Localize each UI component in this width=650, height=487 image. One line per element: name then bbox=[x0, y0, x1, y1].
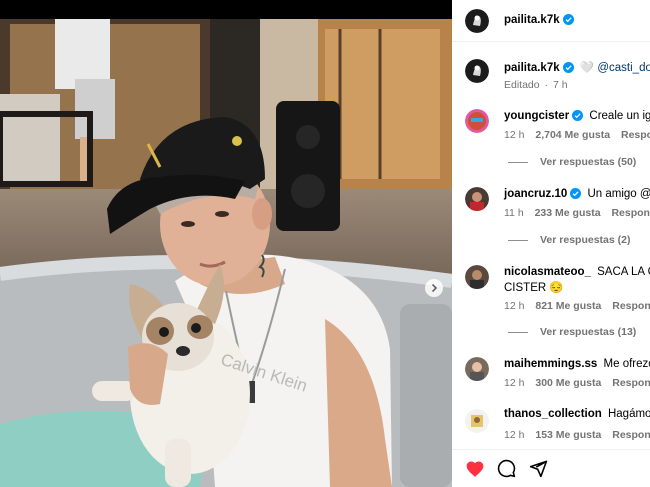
commenter-avatar-image bbox=[465, 187, 489, 211]
caption-meta: Editado · 7 h bbox=[504, 79, 568, 91]
verified-badge-icon bbox=[572, 110, 584, 121]
comment-text: Creale un ig bbox=[589, 110, 650, 122]
view-replies-button[interactable]: Ver respuestas (2) bbox=[508, 234, 630, 246]
comment-text: Hagámosl bbox=[607, 408, 650, 420]
commenter-avatar-image bbox=[465, 265, 489, 289]
comment-text: Me ofrezco bbox=[603, 358, 650, 370]
comment-likes[interactable]: 2,704 Me gusta bbox=[535, 129, 610, 141]
share-icon[interactable] bbox=[529, 459, 548, 478]
comment-time: 12 h bbox=[504, 129, 525, 141]
comment-username[interactable]: youngcister bbox=[504, 110, 569, 122]
caption-avatar-image bbox=[465, 59, 489, 83]
comment-time: 12 h bbox=[504, 429, 525, 441]
post-image: Calvin Klein bbox=[0, 19, 452, 487]
heart-icon[interactable] bbox=[465, 459, 485, 478]
post-action-bar bbox=[452, 449, 650, 487]
comment-text-line2: CISTER 😔 bbox=[504, 282, 564, 294]
commenter-avatar[interactable] bbox=[465, 187, 489, 211]
view-replies-label: Ver respuestas (50) bbox=[540, 156, 637, 168]
author-username[interactable]: pailita.k7k bbox=[504, 14, 560, 26]
replies-divider bbox=[508, 161, 528, 163]
commenter-avatar-image bbox=[465, 357, 489, 381]
replies-divider bbox=[508, 331, 528, 333]
view-replies-button[interactable]: Ver respuestas (50) bbox=[508, 156, 636, 168]
next-photo-button[interactable] bbox=[425, 279, 443, 297]
comment-item: joancruz.10 Un amigo @ro 11 h 233 Me gus… bbox=[452, 185, 650, 249]
post-header: pailita.k7k bbox=[452, 0, 650, 42]
caption-time: 7 h bbox=[552, 79, 568, 91]
comment-username[interactable]: thanos_collection bbox=[504, 408, 602, 420]
comment-username[interactable]: nicolasmateoo_ bbox=[504, 266, 591, 278]
commenter-avatar[interactable] bbox=[465, 357, 489, 381]
commenter-avatar-image bbox=[465, 409, 489, 433]
verified-badge-icon bbox=[562, 62, 574, 73]
comment-icon[interactable] bbox=[497, 459, 516, 478]
caption-heart-emoji: 🤍 bbox=[579, 62, 595, 74]
view-replies-label: Ver respuestas (13) bbox=[540, 326, 637, 338]
comment-time: 12 h bbox=[504, 300, 525, 312]
author-avatar[interactable] bbox=[465, 9, 489, 33]
caption-line: pailita.k7k 🤍 @casti_dog bbox=[504, 60, 650, 74]
comment-time: 11 h bbox=[504, 207, 524, 219]
comment-likes[interactable]: 300 Me gusta bbox=[535, 377, 601, 389]
post-photo[interactable]: Calvin Klein bbox=[0, 0, 452, 487]
reply-button[interactable]: Responder bbox=[612, 300, 650, 312]
reply-button[interactable]: Responder bbox=[612, 429, 650, 441]
comment-text: SACA LA CA bbox=[597, 266, 650, 278]
reply-button[interactable]: Responder bbox=[612, 377, 650, 389]
photo-top-bar bbox=[0, 0, 452, 19]
comment-time: 12 h bbox=[504, 377, 525, 389]
comment-item: nicolasmateoo_ SACA LA CA CISTER 😔 12 h … bbox=[452, 263, 650, 341]
comment-item: maihemmings.ss Me ofrezco 12 h 300 Me gu… bbox=[452, 355, 650, 395]
comment-likes[interactable]: 153 Me gusta bbox=[535, 429, 601, 441]
caption-author-username[interactable]: pailita.k7k bbox=[504, 62, 560, 74]
replies-divider bbox=[508, 239, 528, 241]
reply-button[interactable]: Responder bbox=[621, 129, 650, 141]
view-replies-label: Ver respuestas (2) bbox=[540, 234, 631, 246]
reply-button[interactable]: Responder bbox=[611, 207, 650, 219]
comment-item: youngcister Creale un ig 12 h 2,704 Me g… bbox=[452, 107, 650, 171]
caption-edited-label: Editado bbox=[504, 79, 540, 91]
caption-author-avatar[interactable] bbox=[465, 59, 489, 83]
author-avatar-image bbox=[465, 9, 489, 33]
commenter-avatar[interactable] bbox=[465, 109, 489, 133]
commenter-avatar[interactable] bbox=[465, 409, 489, 433]
post-caption: pailita.k7k 🤍 @casti_dog Editado · 7 h bbox=[452, 56, 650, 96]
view-replies-button[interactable]: Ver respuestas (13) bbox=[508, 326, 636, 338]
chevron-right-icon bbox=[431, 283, 438, 293]
comment-item: thanos_collection Hagámosl 12 h 153 Me g… bbox=[452, 407, 650, 447]
comment-username[interactable]: joancruz.10 bbox=[504, 188, 567, 200]
comment-text: Un amigo @ro bbox=[587, 188, 650, 200]
comment-likes[interactable]: 821 Me gusta bbox=[535, 300, 601, 312]
comment-likes[interactable]: 233 Me gusta bbox=[535, 207, 601, 219]
commenter-avatar-image bbox=[465, 109, 489, 133]
verified-badge-icon bbox=[562, 14, 574, 25]
comment-username[interactable]: maihemmings.ss bbox=[504, 358, 597, 370]
caption-mention-link[interactable]: @casti_dog bbox=[597, 62, 650, 74]
commenter-avatar[interactable] bbox=[465, 265, 489, 289]
verified-badge-icon bbox=[570, 188, 582, 199]
post-side-panel: pailita.k7k pailita.k7k 🤍 @casti_dog Edi… bbox=[452, 0, 650, 487]
